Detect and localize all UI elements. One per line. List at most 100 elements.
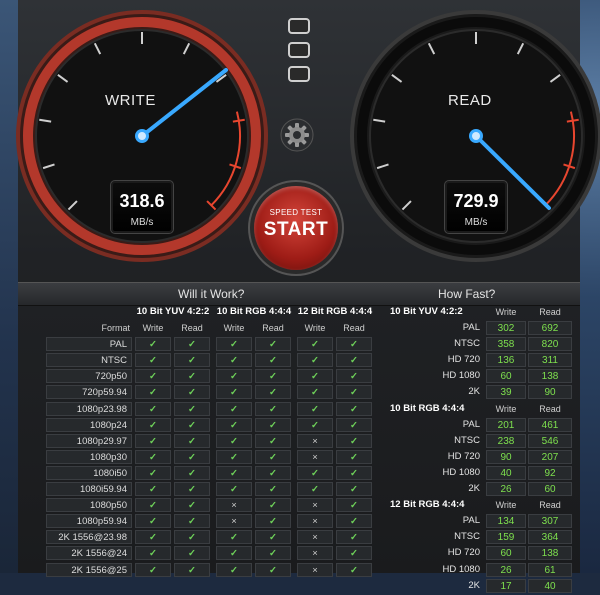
how-fast-table: 10 Bit YUV 4:2:2 Write Read PAL 302 692 NTSC 35…: [390, 305, 578, 595]
will-it-work-title: Will it Work?: [178, 287, 245, 301]
format-cell: 1080i50: [46, 465, 132, 480]
check-icon: ✓: [174, 417, 210, 432]
table-row: 1080i59.94 ✓ ✓ ✓ ✓ ✓ ✓: [18, 482, 382, 498]
speed-group-header: 12 Bit RGB 4:4:4 Write Read: [390, 498, 578, 514]
write-col-header: Write: [304, 323, 326, 334]
check-icon: ✓: [216, 337, 252, 352]
format-cell: 1080p29.97: [46, 433, 132, 448]
check-icon: ✓: [255, 337, 291, 352]
group-header: 12 Bit RGB 4:4:4: [297, 306, 373, 317]
speed-row: 2K 17 40: [390, 578, 578, 595]
speed-group-name: 12 Bit RGB 4:4:4: [390, 499, 465, 511]
read-unit: MB/s: [464, 217, 488, 228]
check-icon: ✓: [174, 385, 210, 400]
check-icon: ✓: [255, 514, 291, 529]
check-icon: ✓: [135, 530, 171, 545]
start-speed-test-button[interactable]: SPEED TEST START: [254, 186, 338, 270]
check-icon: ✓: [216, 385, 252, 400]
cross-icon: ×: [297, 514, 333, 529]
format-cell: 720p59.94: [46, 385, 132, 400]
read-speed: 311: [528, 353, 572, 368]
check-icon: ✓: [135, 433, 171, 448]
format-cell: 1080p24: [46, 417, 132, 432]
read-speed: 546: [528, 433, 572, 448]
speed-row: NTSC 238 546: [390, 433, 578, 450]
speed-format: HD 1080: [442, 370, 481, 382]
check-icon: ✓: [174, 353, 210, 368]
read-col-header: Read: [539, 307, 561, 317]
read-col-header: Read: [262, 323, 284, 334]
format-cell: 1080p30: [46, 449, 132, 464]
window-control-1[interactable]: [288, 18, 310, 34]
check-icon: ✓: [216, 449, 252, 464]
check-icon: ✓: [336, 353, 372, 368]
cross-icon: ×: [216, 514, 252, 529]
format-cell: 2K 1556@25: [46, 562, 132, 577]
check-icon: ✓: [135, 337, 171, 352]
cross-icon: ×: [297, 449, 333, 464]
settings-gear-icon[interactable]: [280, 118, 314, 152]
write-speed: 159: [486, 530, 526, 545]
speed-format: HD 720: [447, 354, 480, 366]
speed-format: NTSC: [454, 338, 480, 350]
read-speed: 820: [528, 337, 572, 352]
speed-row: HD 720 136 311: [390, 353, 578, 369]
check-icon: ✓: [336, 401, 372, 416]
window-control-3[interactable]: [288, 66, 310, 82]
check-icon: ✓: [255, 401, 291, 416]
speed-row: PAL 134 307: [390, 514, 578, 530]
read-speed: 307: [528, 514, 572, 529]
write-speed: 358: [486, 337, 526, 352]
check-icon: ✓: [297, 385, 333, 400]
check-icon: ✓: [255, 353, 291, 368]
write-col-header: Write: [495, 307, 517, 317]
read-col-header: Read: [181, 323, 203, 334]
check-icon: ✓: [336, 449, 372, 464]
read-speed: 138: [528, 369, 572, 384]
speed-format: HD 1080: [442, 563, 481, 575]
check-icon: ✓: [135, 401, 171, 416]
write-col-header: Write: [495, 403, 517, 414]
check-icon: ✓: [297, 482, 333, 497]
speed-format: 2K: [468, 386, 480, 398]
check-icon: ✓: [255, 433, 291, 448]
speed-format: 2K: [468, 579, 480, 591]
speed-row: 2K 39 90: [390, 385, 578, 401]
write-speed: 26: [486, 482, 526, 497]
check-icon: ✓: [336, 530, 372, 545]
table-row: 1080p29.97 ✓ ✓ ✓ ✓ × ✓: [18, 433, 382, 450]
check-icon: ✓: [174, 449, 210, 464]
check-icon: ✓: [174, 433, 210, 448]
format-cell: 1080p50: [46, 498, 132, 513]
check-icon: ✓: [297, 353, 333, 368]
read-label: READ: [448, 92, 492, 109]
check-icon: ✓: [255, 385, 291, 400]
speed-format: PAL: [462, 418, 480, 430]
cross-icon: ×: [297, 530, 333, 545]
check-icon: ✓: [255, 465, 291, 480]
check-icon: ✓: [174, 465, 210, 480]
check-icon: ✓: [255, 498, 291, 513]
check-icon: ✓: [216, 433, 252, 448]
check-icon: ✓: [255, 369, 291, 384]
speed-row: NTSC 159 364: [390, 530, 578, 546]
check-icon: ✓: [297, 465, 333, 480]
read-speed: 61: [528, 562, 572, 577]
check-icon: ✓: [216, 369, 252, 384]
window-control-2[interactable]: [288, 42, 310, 58]
write-speed: 134: [486, 514, 526, 529]
check-icon: ✓: [174, 514, 210, 529]
check-icon: ✓: [297, 337, 333, 352]
check-icon: ✓: [174, 498, 210, 513]
table-row: 1080p50 ✓ ✓ × ✓ × ✓: [18, 498, 382, 514]
check-icon: ✓: [174, 337, 210, 352]
check-icon: ✓: [174, 562, 210, 577]
cross-icon: ×: [297, 562, 333, 577]
check-icon: ✓: [297, 417, 333, 432]
check-icon: ✓: [216, 530, 252, 545]
speed-row: NTSC 358 820: [390, 337, 578, 353]
check-icon: ✓: [135, 562, 171, 577]
speed-format: PAL: [462, 515, 480, 527]
group-header-row: 10 Bit YUV 4:2:2 10 Bit RGB 4:4:4 12 Bit R…: [18, 305, 382, 321]
table-row: 1080i50 ✓ ✓ ✓ ✓ ✓ ✓: [18, 465, 382, 482]
